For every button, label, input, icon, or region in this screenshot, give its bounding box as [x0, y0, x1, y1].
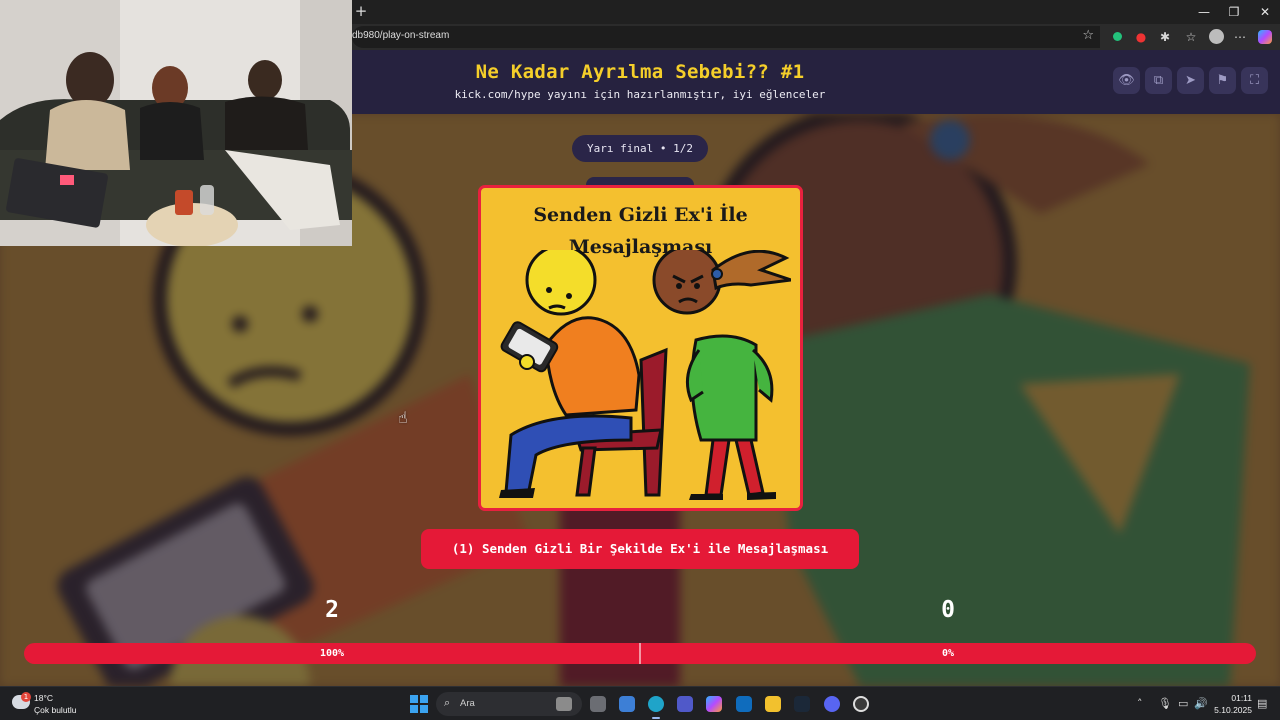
edge-icon[interactable]	[648, 696, 664, 712]
start-button[interactable]	[410, 695, 428, 713]
network-icon[interactable]: ▭	[1178, 697, 1188, 710]
screen: + — ❐ ✕ db980/play-on-stream ☆ ● ✱ ☆ ⋯ N…	[0, 0, 1280, 720]
weather-temperature[interactable]: 18°C	[34, 693, 53, 703]
copilot-app-icon[interactable]	[706, 696, 722, 712]
search-icon: ⌕	[444, 696, 451, 709]
steam-icon[interactable]	[794, 696, 810, 712]
new-tab-button[interactable]: +	[354, 2, 368, 20]
choice-card[interactable]: Senden Gizli Ex'i İle Mesajlaşması	[478, 185, 803, 511]
eye-icon[interactable]: 👁	[1113, 67, 1140, 94]
favorites-icon[interactable]: ☆	[1182, 28, 1200, 46]
microphone-icon[interactable]: 🎙	[1158, 697, 1172, 710]
tray-overflow-icon[interactable]: ˄	[1137, 697, 1143, 710]
option-label-button[interactable]: (1) Senden Gizli Bir Şekilde Ex'i ile Me…	[421, 529, 859, 569]
more-menu-icon[interactable]: ⋯	[1231, 28, 1249, 46]
round-indicator: Yarı final • 1/2	[572, 135, 708, 162]
restore-button[interactable]: ❐	[1219, 2, 1249, 22]
search-placeholder: Ara	[460, 698, 475, 709]
card-title-line1: Senden Gizli Ex'i İle	[533, 204, 748, 226]
teams-icon[interactable]	[677, 696, 693, 712]
weather-description[interactable]: Çok bulutlu	[34, 705, 77, 715]
weather-alert-badge: 1	[21, 692, 31, 702]
minimize-button[interactable]: —	[1189, 2, 1219, 22]
store-icon[interactable]	[619, 696, 635, 712]
clock-time[interactable]: 01:11	[1208, 693, 1252, 703]
flag-icon[interactable]: ⚑	[1209, 67, 1236, 94]
shield-extension-icon[interactable]	[1108, 28, 1126, 46]
vote-percent-right: 0%	[941, 648, 955, 659]
profile-avatar[interactable]	[1207, 28, 1225, 46]
outlook-icon[interactable]	[736, 696, 752, 712]
card-illustration	[499, 250, 791, 500]
taskbar: 1 18°C Çok bulutlu ⌕ Ara ˄ 🎙 ▭ 🔊 01:11 5…	[0, 686, 1280, 720]
copilot-icon[interactable]	[1256, 28, 1274, 46]
extensions-icon[interactable]: ✱	[1156, 28, 1174, 46]
task-view-icon[interactable]	[590, 696, 606, 712]
copy-icon[interactable]: ⧉	[1145, 67, 1172, 94]
file-explorer-icon[interactable]	[765, 696, 781, 712]
send-icon[interactable]: ➤	[1177, 67, 1204, 94]
star-icon[interactable]: ☆	[1082, 28, 1094, 43]
notification-icon[interactable]: ▤	[1257, 697, 1267, 710]
vote-percent-left: 100%	[319, 648, 345, 659]
close-window-button[interactable]: ✕	[1250, 2, 1280, 22]
search-highlight-icon	[556, 697, 572, 711]
taskbar-search[interactable]: ⌕ Ara	[436, 692, 582, 716]
score-left: 2	[325, 597, 339, 623]
adblock-extension-icon[interactable]: ●	[1132, 28, 1150, 46]
url-text: db980/play-on-stream	[352, 30, 450, 41]
active-app-indicator	[652, 717, 660, 719]
vote-bar-divider	[639, 643, 641, 664]
vote-progress-bar: 100% 0%	[24, 643, 1256, 664]
score-right: 0	[941, 597, 955, 623]
discord-icon[interactable]	[824, 696, 840, 712]
obs-icon[interactable]	[853, 696, 869, 712]
address-bar[interactable]: db980/play-on-stream ☆	[352, 26, 1100, 48]
clock-date[interactable]: 5.10.2025	[1200, 705, 1252, 715]
fullscreen-icon[interactable]: ⛶	[1241, 67, 1268, 94]
webcam-overlay	[0, 0, 352, 246]
hand-cursor-icon: ☝	[398, 408, 408, 427]
